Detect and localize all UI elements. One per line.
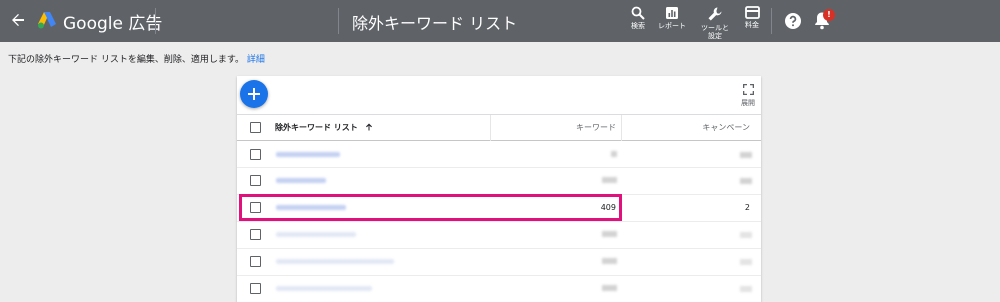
fullscreen-icon bbox=[742, 84, 754, 95]
redacted-keyword-count bbox=[611, 151, 617, 157]
column-header-list-name[interactable]: 除外キーワード リスト bbox=[275, 122, 373, 133]
highlight-annotation-box bbox=[239, 194, 622, 221]
billing-label: 料金 bbox=[745, 21, 759, 29]
redacted-campaign-count bbox=[740, 152, 752, 158]
sort-ascending-icon bbox=[365, 123, 372, 131]
redacted-keyword-count bbox=[602, 258, 617, 264]
campaign-count: 2 bbox=[744, 203, 750, 212]
divider bbox=[771, 8, 772, 34]
column-header-list-name-label: 除外キーワード リスト bbox=[275, 123, 358, 132]
tools-settings-label: ツールと設定 bbox=[701, 24, 729, 40]
expand-label: 展開 bbox=[741, 99, 755, 107]
description-text: 下記の除外キーワード リストを編集、削除、適用します。 bbox=[8, 55, 244, 65]
row-checkbox[interactable] bbox=[250, 283, 261, 294]
redacted-campaign-count bbox=[740, 232, 752, 238]
redacted-keyword-count bbox=[602, 177, 617, 183]
column-header-keywords[interactable]: キーワード bbox=[560, 122, 616, 133]
billing-button[interactable]: 料金 bbox=[728, 6, 776, 30]
redacted-list-name[interactable] bbox=[276, 286, 372, 291]
expand-button[interactable]: 展開 bbox=[733, 84, 763, 108]
row-checkbox[interactable] bbox=[250, 256, 261, 267]
back-arrow-icon[interactable] bbox=[9, 11, 27, 29]
row-checkbox[interactable] bbox=[250, 229, 261, 240]
google-ads-logo-icon[interactable] bbox=[37, 10, 57, 30]
redacted-campaign-count bbox=[740, 286, 752, 292]
reports-label: レポート bbox=[658, 22, 686, 30]
reports-icon bbox=[666, 7, 678, 19]
search-icon bbox=[631, 6, 645, 20]
wrench-icon bbox=[708, 7, 722, 21]
redacted-campaign-count bbox=[740, 259, 752, 265]
redacted-list-name[interactable] bbox=[276, 259, 394, 264]
select-all-checkbox[interactable] bbox=[250, 122, 261, 133]
billing-icon bbox=[744, 6, 760, 19]
learn-more-link[interactable]: 詳細 bbox=[247, 55, 265, 65]
redacted-keyword-count bbox=[602, 231, 617, 237]
divider bbox=[155, 8, 156, 34]
row-checkbox[interactable] bbox=[250, 175, 261, 186]
add-list-button[interactable] bbox=[240, 80, 268, 108]
page-description: 下記の除外キーワード リストを編集、削除、適用します。 詳細 bbox=[8, 52, 265, 65]
brand-name[interactable]: Google 広告 bbox=[63, 9, 162, 34]
redacted-list-name[interactable] bbox=[276, 152, 340, 157]
help-icon[interactable] bbox=[784, 12, 802, 30]
top-app-bar: Google 広告 除外キーワード リスト 検索 レポート ツールと設定 料金 bbox=[0, 0, 1000, 42]
column-header-campaigns[interactable]: キャンペーン bbox=[680, 122, 750, 133]
notification-badge: ! bbox=[823, 9, 835, 21]
redacted-campaign-count bbox=[740, 178, 752, 184]
column-separator bbox=[621, 115, 622, 141]
column-separator bbox=[490, 115, 491, 141]
redacted-list-name[interactable] bbox=[276, 178, 326, 183]
redacted-keyword-count bbox=[602, 285, 617, 291]
divider bbox=[338, 8, 339, 34]
row-checkbox[interactable] bbox=[250, 149, 261, 160]
redacted-list-name[interactable] bbox=[276, 232, 356, 237]
plus-icon bbox=[248, 88, 260, 100]
page-title: 除外キーワード リスト bbox=[352, 14, 518, 33]
reports-button[interactable]: レポート bbox=[648, 6, 696, 31]
